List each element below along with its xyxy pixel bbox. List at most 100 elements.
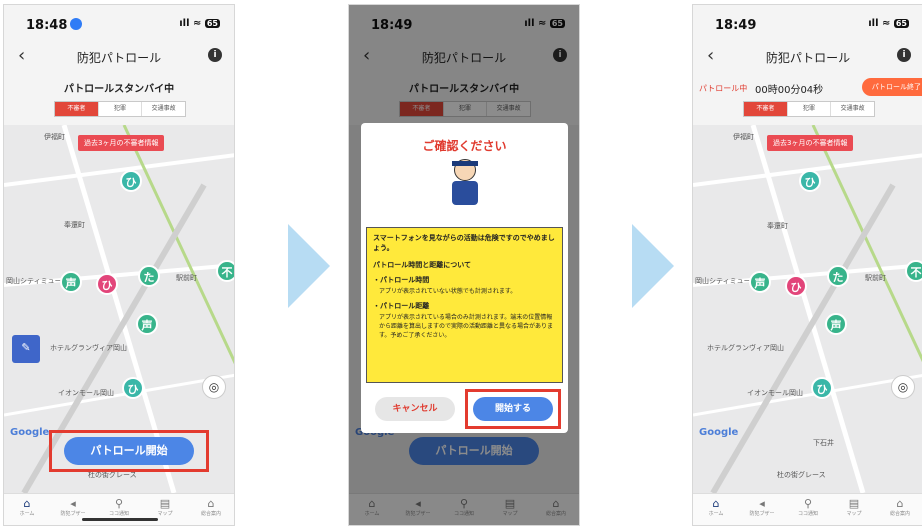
tab-crime[interactable]: 犯罪 xyxy=(99,102,143,116)
standby-status: パトロールスタンバイ中 xyxy=(63,84,175,95)
cancel-button[interactable]: キャンセル xyxy=(375,397,455,421)
status-bar: 18:48 ıll ≈ 65 xyxy=(4,5,234,41)
map-label: イオンモール岡山 xyxy=(747,389,803,397)
tab-notify[interactable]: ⚲ ココ通知 xyxy=(785,494,831,525)
home-indicator xyxy=(82,518,158,521)
tab-traffic[interactable]: 交通事故 xyxy=(831,102,874,116)
tab-buzzer[interactable]: ◂ 防犯ブザー xyxy=(739,494,785,525)
clock: 18:48 xyxy=(26,18,83,33)
tab-traffic[interactable]: 交通事故 xyxy=(142,102,185,116)
tab-crime[interactable]: 犯罪 xyxy=(788,102,832,116)
tab-guide[interactable]: ⌂ 総合案内 xyxy=(877,494,922,525)
building-icon: ⌂ xyxy=(896,497,904,510)
tab-notify[interactable]: ⚲ ココ通知 xyxy=(96,494,142,525)
map-notice: 過去3ヶ月の不審者情報 xyxy=(78,135,165,151)
pin-icon: ⚲ xyxy=(114,497,124,510)
tab-map[interactable]: ▤ マップ xyxy=(831,494,877,525)
nav-bar: ‹ 防犯パトロール i xyxy=(4,43,234,71)
map-label: ホテルグランヴィア岡山 xyxy=(50,344,127,352)
phone-screen-confirm: 18:49 ıll ≈ 65 ‹ 防犯パトロール i パトロールスタンバイ中 不… xyxy=(348,4,580,526)
home-icon: ⌂ xyxy=(712,497,720,510)
next-step-arrow-icon xyxy=(288,224,330,308)
building-icon: ⌂ xyxy=(207,497,215,510)
map-pin[interactable]: ひ xyxy=(811,377,833,399)
patrol-status-bar: パトロール中 00時00分04秒 パトロール終了 xyxy=(693,78,922,98)
map-label: 駅前町 xyxy=(865,274,886,282)
time-title: ・パトロール時間 xyxy=(373,276,430,284)
current-location-icon[interactable]: ◎ xyxy=(202,375,226,399)
tab-buzzer[interactable]: ◂ 防犯ブザー xyxy=(50,494,96,525)
map-label: 伊福町 xyxy=(44,133,65,141)
category-tabs: 不審者 犯罪 交通事故 xyxy=(54,101,186,117)
category-tabs: 不審者 犯罪 交通事故 xyxy=(743,101,875,117)
info-icon[interactable]: i xyxy=(897,48,911,62)
map-pin[interactable]: ひ xyxy=(120,170,142,192)
signal-icon: ıll ≈ 65 xyxy=(179,18,220,29)
map-pin[interactable]: ひ xyxy=(122,377,144,399)
mascot-image xyxy=(446,159,482,207)
battery-icon: 65 xyxy=(893,19,909,28)
dialog-title: ご確認ください xyxy=(422,139,507,153)
signal-icon: ıll ≈ 65 xyxy=(868,18,909,29)
next-step-arrow-icon xyxy=(632,224,674,308)
patrol-end-button[interactable]: パトロール終了 xyxy=(861,78,922,96)
map-pin[interactable]: 声 xyxy=(60,271,82,293)
tab-home[interactable]: ⌂ ホーム xyxy=(693,494,739,525)
map-notice: 過去3ヶ月の不審者情報 xyxy=(767,135,854,151)
battery-icon: 65 xyxy=(204,19,220,28)
tab-suspicious[interactable]: 不審者 xyxy=(55,102,99,116)
distance-title: ・パトロール距離 xyxy=(373,302,430,310)
map-pin[interactable]: た xyxy=(827,265,849,287)
map-pin[interactable]: ひ xyxy=(96,273,118,295)
google-logo: Google xyxy=(699,427,739,438)
phone-screen-standby: 18:48 ıll ≈ 65 ‹ 防犯パトロール i パトロールスタンバイ中 不… xyxy=(3,4,235,526)
map-label: イオンモール岡山 xyxy=(58,389,114,397)
nav-bar: ‹ 防犯パトロール i xyxy=(693,43,922,71)
megaphone-icon: ◂ xyxy=(70,497,76,510)
notice-heading: パトロール時間と距離について xyxy=(373,261,471,269)
map-pin[interactable]: ひ xyxy=(785,275,807,297)
confirm-dialog: ご確認ください スマートフォンを見ながらの活動は危険ですのでやめましょう。 パト… xyxy=(361,123,568,433)
pin-icon: ⚲ xyxy=(803,497,813,510)
elapsed-time: 00時00分04秒 xyxy=(755,85,824,96)
page-title: 防犯パトロール xyxy=(765,51,851,65)
page-title: 防犯パトロール xyxy=(76,51,162,65)
map-pin[interactable]: 不 xyxy=(216,260,234,282)
map-pin[interactable]: ひ xyxy=(799,170,821,192)
map-icon: ▤ xyxy=(159,497,171,510)
bottom-tab-bar: ⌂ ホーム ◂ 防犯ブザー ⚲ ココ通知 ▤ マップ ⌂ 総合案内 xyxy=(4,493,234,525)
clock: 18:49 xyxy=(715,18,757,33)
tab-home[interactable]: ⌂ ホーム xyxy=(4,494,50,525)
map-pin[interactable]: 声 xyxy=(825,313,847,335)
notice-lead: スマートフォンを見ながらの活動は危険ですのでやめましょう。 xyxy=(373,234,555,252)
map-icon: ▤ xyxy=(848,497,860,510)
highlight-frame xyxy=(49,430,209,472)
tab-suspicious[interactable]: 不審者 xyxy=(744,102,788,116)
map-pin[interactable]: 不 xyxy=(905,260,922,282)
map-label: 伊福町 xyxy=(733,133,754,141)
tutorial-stage: 18:48 ıll ≈ 65 ‹ 防犯パトロール i パトロールスタンバイ中 不… xyxy=(0,0,922,531)
megaphone-icon: ◂ xyxy=(759,497,765,510)
activity-report-button[interactable]: ✎ xyxy=(12,335,40,363)
tab-guide[interactable]: ⌂ 総合案内 xyxy=(188,494,234,525)
map-pin[interactable]: た xyxy=(138,265,160,287)
map-label: 奉還町 xyxy=(767,222,788,230)
status-bar: 18:49 ıll ≈ 65 xyxy=(693,5,922,41)
notice-box: スマートフォンを見ながらの活動は危険ですのでやめましょう。 パトロール時間と距離… xyxy=(366,227,563,383)
tab-map[interactable]: ▤ マップ xyxy=(142,494,188,525)
google-logo: Google xyxy=(10,427,50,438)
map-label: 下石井 xyxy=(813,439,834,447)
map-pin[interactable]: 声 xyxy=(136,313,158,335)
home-icon: ⌂ xyxy=(23,497,31,510)
info-icon[interactable]: i xyxy=(208,48,222,62)
map-label: ホテルグランヴィア岡山 xyxy=(707,344,784,352)
map-label: 杜の街グレース xyxy=(777,471,826,479)
highlight-frame xyxy=(465,389,561,429)
current-location-icon[interactable]: ◎ xyxy=(891,375,915,399)
time-text: アプリが表示されていない状態でも計測されます。 xyxy=(379,288,517,295)
distance-text: アプリが表示されている場合のみ計測されます。端末の位置情報から距離を算出しますの… xyxy=(379,314,554,339)
phone-screen-patrolling: 18:49 ıll ≈ 65 ‹ 防犯パトロール i パトロール中 00時00分… xyxy=(692,4,922,526)
location-icon xyxy=(70,18,83,30)
bottom-tab-bar: ⌂ ホーム ◂ 防犯ブザー ⚲ ココ通知 ▤ マップ ⌂ 総合案内 xyxy=(693,493,922,525)
map-pin[interactable]: 声 xyxy=(749,271,771,293)
